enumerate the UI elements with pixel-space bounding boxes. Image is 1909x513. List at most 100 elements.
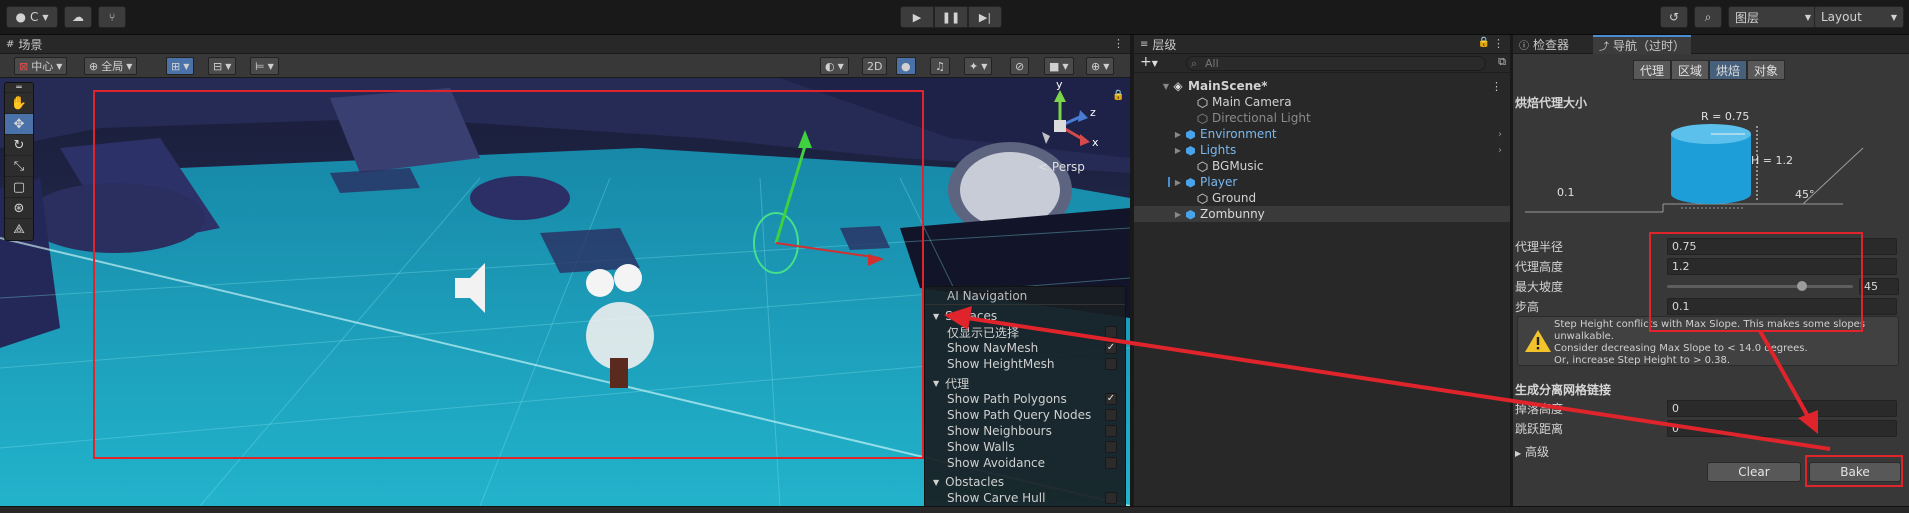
more-menu-icon[interactable]: ⋮ (1113, 37, 1124, 50)
option-show-navmesh[interactable]: Show NavMesh ✓ (925, 340, 1125, 356)
option-show-neighbours[interactable]: Show Neighbours (925, 423, 1125, 439)
effects-dropdown[interactable]: ✦ ▼ (964, 57, 993, 75)
drop-height-field[interactable]: 0 (1667, 399, 1897, 417)
tab-agents[interactable]: 代理 (1633, 60, 1672, 80)
option-show-walls[interactable]: Show Walls (925, 439, 1125, 455)
visibility-toggle[interactable]: ⊘ (1010, 57, 1030, 75)
lock-icon[interactable]: 🔒 (1112, 90, 1124, 101)
bake-button[interactable]: Bake (1809, 462, 1901, 482)
layout-dropdown[interactable]: Layout ▼ (1814, 6, 1904, 28)
search-icon: ⌕ (1191, 57, 1198, 70)
collab-button[interactable]: ⑂ (98, 6, 126, 28)
tab-hierarchy[interactable]: ≡ 层级 (1134, 35, 1182, 54)
hierarchy-item[interactable]: Directional Light (1134, 110, 1510, 126)
section-agents[interactable]: ▼ 代理 (925, 375, 1125, 391)
increment-snap-button[interactable]: ⊟ ▼ (208, 57, 237, 75)
scene-viewport[interactable]: ═ ✋ ✥ ↻ ⤡ ▢ ⊛ ⟁ y z x 🔒 < Persp AI Navig… (0, 78, 1130, 506)
expand-icon[interactable]: ▶ (1172, 210, 1184, 219)
rect-tool-button[interactable]: ▢ (5, 177, 33, 198)
option-show-path-polygons[interactable]: Show Path Polygons ✓ (925, 391, 1125, 407)
section-surfaces[interactable]: ▼ Surfaces (925, 308, 1125, 324)
jump-distance-field[interactable]: 0 (1667, 419, 1897, 437)
lighting-toggle[interactable]: ● (896, 57, 916, 75)
audio-toggle[interactable]: ♫ (930, 57, 950, 75)
tab-object[interactable]: 对象 (1747, 60, 1786, 80)
max-slope-field[interactable]: 45 (1859, 277, 1899, 295)
account-dropdown[interactable]: ● C ▼ (6, 6, 58, 28)
option-show-carve-hull[interactable]: Show Carve Hull (925, 490, 1125, 506)
rotate-tool-button[interactable]: ↻ (5, 135, 33, 156)
tab-areas[interactable]: 区域 (1671, 60, 1710, 80)
ai-navigation-header[interactable]: AI Navigation (925, 287, 1125, 305)
section-obstacles[interactable]: ▼ Obstacles (925, 474, 1125, 490)
expand-icon[interactable]: ▶ (1172, 178, 1184, 187)
navmesh-tool-button[interactable]: ⟁ (5, 219, 33, 240)
hierarchy-item[interactable]: BGMusic (1134, 158, 1510, 174)
grid-snap-button[interactable]: ⊞ ▼ (166, 57, 195, 75)
expand-icon[interactable]: ▼ (1160, 82, 1172, 91)
chevron-right-icon[interactable]: › (1498, 129, 1502, 140)
transform-tool-button[interactable]: ⊛ (5, 198, 33, 219)
play-button[interactable]: ▶ (900, 6, 934, 28)
gizmos-dropdown[interactable]: ⊕ ▼ (1086, 57, 1115, 75)
show-neighbours-checkbox[interactable] (1105, 425, 1117, 437)
chevron-down-icon: ▼ (933, 311, 940, 321)
advanced-foldout[interactable]: ▶ 高级 (1515, 443, 1549, 460)
tab-inspector[interactable]: ⓘ 检查器 (1513, 35, 1575, 54)
agent-height-field[interactable]: 1.2 (1667, 257, 1897, 275)
more-menu-icon[interactable]: ⋮ (1493, 37, 1504, 50)
hierarchy-item[interactable]: ▶ Environment › (1134, 126, 1510, 142)
add-object-button[interactable]: +▼ (1140, 54, 1158, 70)
tab-scene[interactable]: # 场景 (0, 35, 48, 54)
hierarchy-item[interactable]: ▶ Zombunny (1134, 206, 1510, 222)
camera-dropdown[interactable]: ■ ▼ (1044, 57, 1074, 75)
show-carve-hull-checkbox[interactable] (1105, 492, 1117, 504)
tab-navigation[interactable]: ⤴ 导航（过时） (1593, 35, 1692, 54)
pivot-mode-dropdown[interactable]: ⊠ 中心 ▼ (14, 57, 68, 75)
option-only-selected[interactable]: 仅显示已选择 (925, 324, 1125, 340)
hierarchy-item[interactable]: Ground (1134, 190, 1510, 206)
show-path-polygons-checkbox[interactable]: ✓ (1105, 393, 1117, 405)
expand-icon[interactable]: ▶ (1172, 130, 1184, 139)
step-height-field[interactable]: 0.1 (1667, 297, 1897, 315)
chevron-right-icon[interactable]: › (1498, 145, 1502, 156)
show-heightmesh-checkbox[interactable] (1105, 358, 1117, 370)
show-avoidance-checkbox[interactable] (1105, 457, 1117, 469)
cloud-button[interactable]: ☁ (64, 6, 92, 28)
option-show-avoidance[interactable]: Show Avoidance (925, 455, 1125, 471)
max-slope-slider[interactable] (1667, 281, 1853, 291)
hierarchy-item[interactable]: Main Camera (1134, 94, 1510, 110)
only-selected-checkbox[interactable] (1105, 326, 1117, 338)
show-walls-checkbox[interactable] (1105, 441, 1117, 453)
toggle-2d-button[interactable]: 2D (862, 57, 888, 75)
move-tool-button[interactable]: ✥ (5, 114, 33, 135)
expand-icon[interactable]: ▶ (1172, 146, 1184, 155)
more-menu-icon[interactable]: ⋮ (1491, 80, 1502, 93)
layers-dropdown[interactable]: 图层 ▼ (1728, 6, 1818, 28)
scale-tool-button[interactable]: ⤡ (5, 156, 33, 177)
hand-tool-button[interactable]: ✋ (5, 93, 33, 114)
search-button[interactable]: ⌕ (1694, 6, 1722, 28)
history-button[interactable]: ↺ (1660, 6, 1688, 28)
space-dropdown[interactable]: ⊕ 全局 ▼ (84, 57, 138, 75)
agent-radius-field[interactable]: 0.75 (1667, 237, 1897, 255)
option-show-heightmesh[interactable]: Show HeightMesh (925, 356, 1125, 372)
option-show-path-query-nodes[interactable]: Show Path Query Nodes (925, 407, 1125, 423)
orientation-gizmo[interactable]: y z x 🔒 < Persp (1030, 78, 1130, 178)
step-button[interactable]: ▶| (968, 6, 1002, 28)
pause-button[interactable]: ❚❚ (934, 6, 968, 28)
hierarchy-scene-row[interactable]: ▼ ◈ MainScene* ⋮ (1134, 78, 1510, 94)
slider-handle[interactable] (1797, 281, 1807, 291)
lock-icon[interactable]: 🔒 (1478, 37, 1490, 48)
show-navmesh-checkbox[interactable]: ✓ (1105, 342, 1117, 354)
hierarchy-item[interactable]: ▶ Lights › (1134, 142, 1510, 158)
show-path-query-nodes-checkbox[interactable] (1105, 409, 1117, 421)
scene-visibility-icon[interactable]: ⧉ (1498, 55, 1506, 69)
hierarchy-item[interactable]: ▶ Player (1134, 174, 1510, 190)
tab-bake[interactable]: 烘焙 (1709, 60, 1748, 80)
draw-mode-dropdown[interactable]: ◐ ▼ (820, 57, 849, 75)
clear-button[interactable]: Clear (1707, 462, 1801, 482)
hierarchy-search-input[interactable]: ⌕ All (1186, 56, 1486, 71)
ruler-snap-button[interactable]: ⊨ ▼ (250, 57, 279, 75)
persp-label[interactable]: < Persp (1038, 160, 1085, 174)
